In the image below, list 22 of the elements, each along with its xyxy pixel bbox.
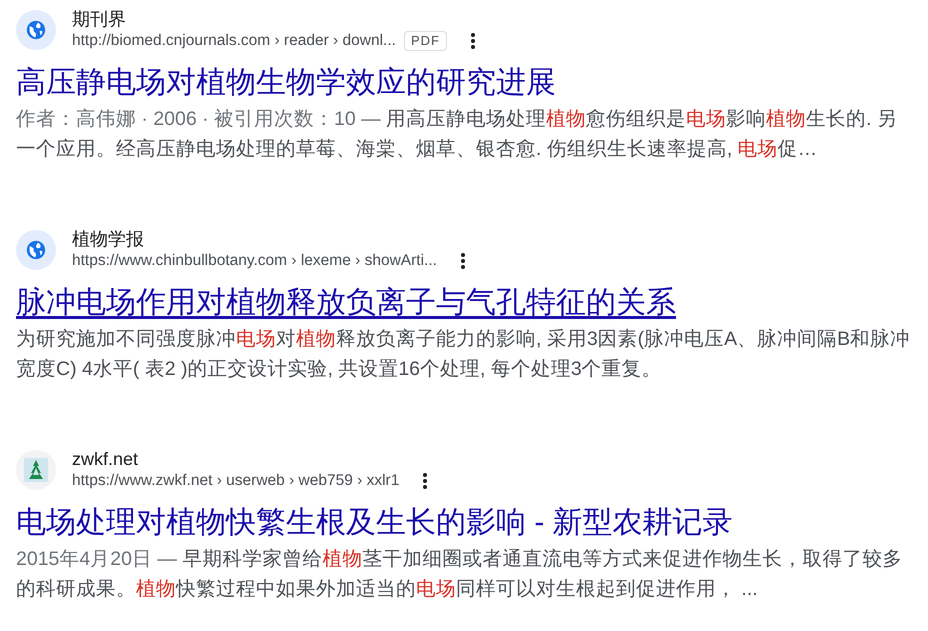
globe-icon xyxy=(25,19,47,41)
site-name: 植物学报 xyxy=(72,228,145,250)
result-title-link[interactable]: 脉冲电场作用对植物释放负离子与气孔特征的关系 xyxy=(16,284,676,322)
result-url[interactable]: https://www.zwkf.net › userweb › web759 › xxlr1 xyxy=(72,470,400,492)
site-favicon[interactable] xyxy=(16,450,56,490)
more-options-icon[interactable] xyxy=(460,252,465,270)
site-favicon[interactable] xyxy=(16,10,56,50)
result-snippet: 为研究施加不同强度脉冲电场对植物释放负离子能力的影响, 采用3因素(脉冲电压A、脉冲间隔B和脉冲宽度C) 4水平( 表2 )的正交设计实验, 共设置16个处理, 每个处理3个重复。 xyxy=(16,327,911,382)
more-options-icon[interactable] xyxy=(423,472,428,490)
result-snippet: 作者：高伟娜 · 2006 · 被引用次数：10 — 用高压静电场处理植物愈伤组织是电场影响植物生长的. 另一个应用。经高压静电场处理的草莓、海棠、烟草、银杏愈. 伤组织生长速率提高, 电场促… xyxy=(16,107,898,162)
globe-icon xyxy=(25,239,47,261)
site-favicon[interactable] xyxy=(16,230,56,270)
result-title-link[interactable]: 高压静电场对植物生物学效应的研究进展 xyxy=(16,64,556,102)
file-type-label: PDF xyxy=(404,31,447,51)
more-options-icon[interactable] xyxy=(470,32,475,50)
result-url[interactable]: http://biomed.cnjournals.com › reader › downl... xyxy=(72,30,396,52)
tree-logo-icon xyxy=(23,457,49,483)
site-name: zwkf.net xyxy=(72,448,140,470)
result-title-link[interactable]: 电场处理对植物快繁生根及生长的影响 - 新型农耕记录 xyxy=(16,504,733,542)
result-url[interactable]: https://www.chinbullbotany.com › lexeme › showArti... xyxy=(72,250,437,272)
result-snippet: 2015年4月20日 — 早期科学家曾给植物茎干加细圈或者通直流电等方式来促进作物生长，取得了较多的科研成果。植物快繁过程中如果外加适当的电场同样可以对生根起到促进作用， ... xyxy=(16,547,904,602)
site-name: 期刊界 xyxy=(72,8,127,30)
